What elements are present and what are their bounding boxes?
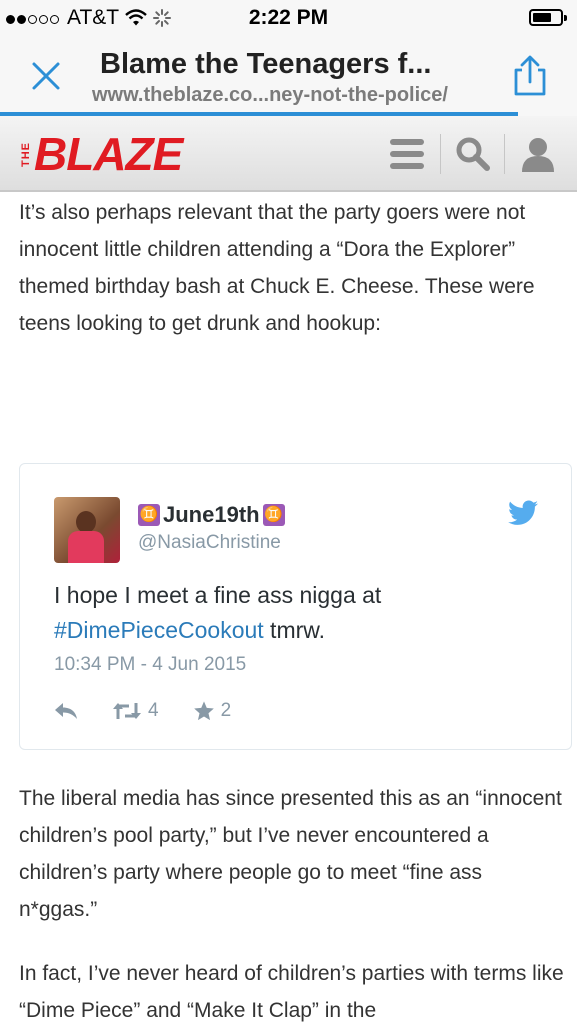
tweet-display-name[interactable]: ♊ June19th ♊ <box>138 502 285 528</box>
browser-address-bar: Blame the Teenagers f... www.theblaze.co… <box>0 36 577 116</box>
site-logo[interactable]: THE BLAZE <box>20 128 183 180</box>
article-paragraph: It’s also perhaps relevant that the part… <box>19 201 535 335</box>
favorite-count: 2 <box>220 700 232 721</box>
search-icon[interactable] <box>455 136 491 172</box>
reply-button[interactable] <box>54 702 78 720</box>
user-icon[interactable] <box>520 136 556 172</box>
embedded-tweet[interactable]: ♊ June19th ♊ @NasiaChristine I hope I me… <box>19 463 572 750</box>
hashtag-link[interactable]: #DimePieceCookout <box>54 617 264 643</box>
reply-icon <box>55 703 77 719</box>
retweet-count: 4 <box>148 700 159 721</box>
status-bar: AT&T 2:22 PM <box>0 0 577 36</box>
tweet-timestamp[interactable]: 10:34 PM - 4 Jun 2015 <box>54 654 246 676</box>
gemini-emoji-icon: ♊ <box>138 504 160 526</box>
url-text[interactable]: www.theblaze.co...ney-not-the-police/ <box>92 84 448 107</box>
gemini-emoji-icon: ♊ <box>262 504 285 526</box>
logo-prefix: THE <box>20 141 32 167</box>
divider <box>440 134 441 174</box>
close-icon[interactable] <box>28 58 64 94</box>
tweet-text-start: I hope I meet a fine ass nigga at <box>54 582 382 608</box>
tweet-text: I hope I meet a fine ass nigga at #DimeP… <box>54 578 554 648</box>
share-icon[interactable] <box>510 54 550 98</box>
retweet-button[interactable]: 4 <box>112 700 159 722</box>
favorite-button[interactable]: 2 <box>193 700 232 722</box>
star-icon <box>193 701 214 721</box>
page-title: Blame the Teenagers f... <box>100 48 432 80</box>
tweet-handle[interactable]: @NasiaChristine <box>138 532 281 554</box>
tweet-actions: 4 2 <box>54 700 265 722</box>
clock: 2:22 PM <box>248 6 329 29</box>
logo-word: BLAZE <box>34 128 183 180</box>
battery-icon <box>529 9 567 26</box>
article-paragraph: In fact, I’ve never heard of children’s … <box>19 962 564 1022</box>
divider <box>504 134 505 174</box>
display-name-text: June19th <box>163 502 260 527</box>
retweet-icon <box>113 703 141 719</box>
twitter-bird-icon[interactable] <box>508 500 538 526</box>
avatar[interactable] <box>54 497 120 563</box>
site-header: THE BLAZE <box>0 116 577 192</box>
tweet-text-end: tmrw. <box>263 617 326 643</box>
menu-icon[interactable] <box>388 136 426 172</box>
article-paragraph: The liberal media has since presented th… <box>19 787 562 921</box>
